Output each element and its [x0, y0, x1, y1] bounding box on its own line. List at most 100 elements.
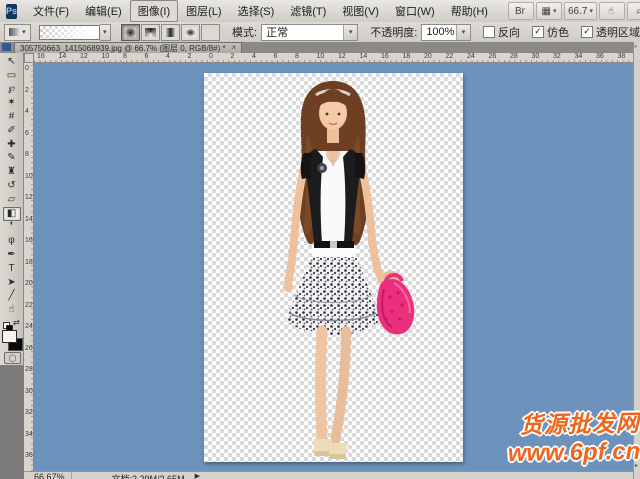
ruler-number: 34: [575, 53, 583, 61]
diamond-gradient-button[interactable]: [201, 24, 220, 41]
close-icon[interactable]: ×: [232, 44, 237, 52]
opacity-field[interactable]: 100% ▾: [421, 24, 471, 41]
gradient-picker-arrow[interactable]: ▾: [100, 24, 111, 41]
linear-gradient-button[interactable]: [121, 24, 140, 41]
menu-item[interactable]: 滤镜(T): [282, 0, 334, 22]
hand-tool[interactable]: ☝: [3, 303, 21, 317]
canvas-work-area[interactable]: [34, 63, 633, 471]
menu-item[interactable]: 帮助(H): [443, 0, 496, 22]
chevron-down-icon: ▾: [553, 7, 557, 15]
document-canvas[interactable]: [204, 73, 463, 462]
collapse-panels-icon[interactable]: «: [634, 44, 637, 50]
blend-mode-value: 正常: [266, 24, 288, 40]
option-checkbox[interactable]: 反向: [483, 24, 520, 40]
dodge-tool[interactable]: φ: [3, 234, 21, 248]
bridge-button[interactable]: Br: [508, 2, 534, 20]
reflected-gradient-button[interactable]: [181, 24, 200, 41]
option-checkbox[interactable]: 透明区域: [581, 24, 640, 40]
ruler-number: 28: [25, 366, 33, 374]
right-edge-panel-strip[interactable]: « ▸: [633, 42, 640, 479]
appbar-button-icon: ⌕: [636, 6, 640, 17]
mode-label: 模式:: [232, 24, 257, 40]
document-mini-icon: [2, 43, 11, 51]
ruler-number: 8: [123, 53, 127, 61]
lasso-tool[interactable]: ℘: [3, 83, 21, 97]
chevron-down-icon: ▾: [456, 25, 470, 40]
menu-item[interactable]: 文件(F): [25, 0, 77, 22]
ruler-number: 6: [274, 53, 278, 61]
path-selection-tool[interactable]: ➤: [3, 276, 21, 290]
ruler-number: 26: [25, 345, 33, 353]
ruler-number: 34: [25, 431, 33, 439]
hand-tool-button[interactable]: ☝: [599, 2, 625, 20]
healing-brush-tool[interactable]: ✚: [3, 138, 21, 152]
toolbox-empty-area: [0, 365, 24, 479]
type-tool[interactable]: T: [3, 262, 21, 276]
ruler-number: 14: [360, 53, 368, 61]
brush-tool[interactable]: ✎: [3, 152, 21, 166]
magic-wand-tool[interactable]: ✶: [3, 96, 21, 110]
angle-gradient-button[interactable]: [161, 24, 180, 41]
menu-item[interactable]: 图像(I): [130, 0, 178, 22]
gradient-type-icon: [165, 28, 176, 37]
ruler-number: 16: [37, 53, 45, 61]
marquee-tool[interactable]: ▭: [3, 69, 21, 83]
ruler-number: 8: [295, 53, 299, 61]
vertical-ruler: 024681012141618202224262830323436: [24, 63, 34, 471]
foreground-color-swatch[interactable]: [2, 330, 17, 343]
zoom-level-field[interactable]: 66.7▾: [564, 2, 597, 20]
menu-item[interactable]: 图层(L): [178, 0, 229, 22]
eyedropper-tool[interactable]: ✐: [3, 124, 21, 138]
ruler-number: 6: [145, 53, 149, 61]
document-tab[interactable]: 305750663_1415068939.jpg @ 66.7% (图层 0, …: [14, 42, 242, 53]
color-swatch-area: ⇄ ◯: [0, 318, 24, 365]
checkbox-icon: [532, 26, 544, 38]
checkbox-label: 反向: [498, 24, 520, 40]
menu-item[interactable]: 视图(V): [334, 0, 387, 22]
gradient-editor-sample[interactable]: [39, 25, 100, 40]
opacity-label: 不透明度:: [370, 24, 417, 40]
eraser-tool[interactable]: ▱: [3, 193, 21, 207]
ruler-number: 10: [317, 53, 325, 61]
scroll-arrow-icon[interactable]: ▸: [635, 462, 638, 469]
blend-mode-select[interactable]: 正常 ▾: [261, 24, 358, 41]
zoom-tool-button[interactable]: ⌕: [627, 2, 640, 20]
view-extras-button[interactable]: ▦▾: [536, 2, 562, 20]
clone-stamp-tool[interactable]: ♜: [3, 165, 21, 179]
status-flyout-arrow-icon[interactable]: ▶: [195, 472, 200, 479]
ruler-number: 36: [25, 452, 33, 460]
option-checkbox[interactable]: 仿色: [532, 24, 569, 40]
ruler-number: 38: [618, 53, 626, 61]
history-brush-tool[interactable]: ↺: [3, 179, 21, 193]
status-zoom-field[interactable]: 66.67%: [32, 472, 72, 479]
menu-item[interactable]: 窗口(W): [387, 0, 443, 22]
document-tab-bar: 305750663_1415068939.jpg @ 66.7% (图层 0, …: [0, 42, 640, 53]
ruler-number: 18: [403, 53, 411, 61]
ruler-number: 18: [25, 259, 33, 267]
checkbox-icon: [581, 26, 593, 38]
ruler-corner: [24, 53, 34, 63]
tool-preset-picker[interactable]: ▾: [4, 24, 31, 41]
appbar-button-icon: 66.7: [568, 6, 587, 17]
move-tool[interactable]: ↖: [3, 55, 21, 69]
radial-gradient-button[interactable]: [141, 24, 160, 41]
blur-tool[interactable]: ❜: [3, 221, 21, 235]
ruler-number: 20: [424, 53, 432, 61]
ruler-number: 22: [25, 302, 33, 310]
ruler-number: 24: [467, 53, 475, 61]
menu-item[interactable]: 选择(S): [230, 0, 283, 22]
quick-mask-button[interactable]: ◯: [4, 352, 21, 364]
pen-tool[interactable]: ✒: [3, 248, 21, 262]
appbar-button-icon: ☝: [608, 6, 614, 17]
menu-item[interactable]: 编辑(E): [77, 0, 130, 22]
crop-tool[interactable]: #: [3, 110, 21, 124]
model-photo: [204, 73, 463, 462]
checkbox-label: 仿色: [547, 24, 569, 40]
ruler-number: 20: [25, 280, 33, 288]
swap-colors-icon[interactable]: ⇄: [13, 318, 20, 327]
checkbox-label: 透明区域: [596, 24, 640, 40]
ruler-number: 8: [25, 151, 29, 159]
opacity-value: 100%: [426, 26, 454, 38]
gradient-tool[interactable]: ◧: [3, 207, 21, 221]
line-tool[interactable]: ╱: [3, 290, 21, 304]
